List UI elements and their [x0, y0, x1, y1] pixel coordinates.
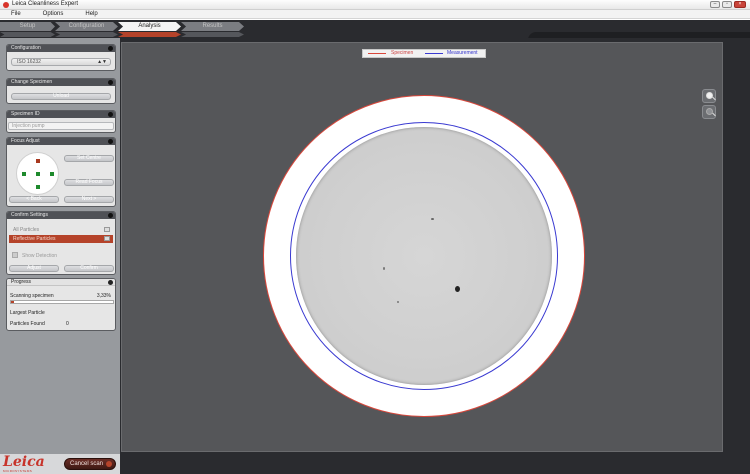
specimen-viewer[interactable]: Specimen Measurement [121, 42, 723, 452]
zoom-in-icon-handle [712, 96, 716, 101]
leica-logo: Leica MICROSYSTEMS [3, 455, 45, 473]
window-title: Leica Cleanliness Expert [12, 1, 79, 7]
stop-icon [106, 461, 112, 467]
focus-point-current[interactable] [36, 159, 40, 163]
specimen-id-panel: Specimen ID Injection pump [6, 110, 116, 133]
confirm-settings-panel: Confirm Settings All Particles Reflectiv… [6, 211, 116, 275]
close-icon[interactable] [108, 139, 113, 144]
progress-header: Progress [7, 279, 115, 286]
change-specimen-title: Change Specimen [11, 79, 53, 85]
configuration-header: Configuration [7, 45, 115, 52]
focus-point[interactable] [22, 172, 26, 176]
close-icon[interactable] [108, 112, 113, 117]
wizard-steps: Setup Configuration Analysis Results [0, 20, 750, 42]
scan-progress-bar [10, 300, 114, 304]
step-configuration[interactable]: Configuration [55, 22, 118, 31]
specimen-id-input[interactable]: Injection pump [8, 122, 114, 130]
set-centre-button[interactable]: Set Centre [64, 155, 114, 162]
focus-adjust-title: Focus Adjust [11, 138, 40, 144]
configuration-panel: Configuration ISO 16232 ▲▼ [6, 44, 116, 71]
confirm-settings-header: Confirm Settings [7, 212, 115, 219]
maximize-button[interactable]: ▫ [722, 1, 732, 8]
legend-specimen-label: Specimen [391, 50, 414, 56]
focus-adjust-header: Focus Adjust [7, 138, 115, 145]
close-icon[interactable] [108, 280, 113, 285]
cancel-scan-button[interactable]: Cancel scan [64, 458, 116, 470]
spinner-arrows-icon: ▲▼ [97, 59, 107, 65]
change-specimen-header: Change Specimen [7, 79, 115, 86]
step-indicator-setup [0, 32, 55, 37]
read-focus-button[interactable]: Read Focus [64, 179, 114, 186]
scan-progress-fill [11, 301, 15, 303]
focus-map[interactable] [16, 152, 59, 195]
configuration-title: Configuration [11, 45, 41, 51]
step-analysis[interactable]: Analysis [118, 22, 181, 31]
step-indicator [0, 32, 244, 37]
progress-title: Progress [11, 279, 32, 285]
particle [397, 301, 399, 303]
focus-point[interactable] [36, 185, 40, 189]
legend-specimen-line [368, 53, 386, 54]
close-icon[interactable] [108, 80, 113, 85]
confirm-button[interactable]: Confirm [64, 265, 114, 272]
scanning-label: Scanning specimen [10, 293, 54, 299]
step-results[interactable]: Results [181, 22, 244, 31]
window-controls: – ▫ × [710, 1, 746, 8]
particle-filter-label: All Particles [13, 227, 40, 233]
title-bar: Leica Cleanliness Expert – ▫ × [0, 0, 750, 10]
brand-name: Leica [3, 454, 45, 470]
menu-options[interactable]: Options [43, 10, 64, 18]
particles-found-label: Particles Found [10, 321, 45, 327]
particle [383, 267, 385, 270]
legend-measurement-line [425, 53, 443, 54]
focus-adjust-panel: Focus Adjust Set Centre Read Focus < Bac… [6, 137, 116, 207]
particle [455, 286, 460, 292]
checkbox[interactable] [104, 236, 110, 241]
step-indicator-results [181, 32, 244, 37]
adjust-button[interactable]: Adjust [9, 265, 59, 272]
change-specimen-panel: Change Specimen Unload [6, 78, 116, 104]
zoom-out-button[interactable] [702, 105, 716, 119]
unload-button[interactable]: Unload [11, 93, 111, 100]
zoom-controls [702, 89, 718, 121]
legend-measurement-label: Measurement [447, 50, 478, 56]
menu-help[interactable]: Help [85, 10, 97, 18]
menu-file[interactable]: File [11, 10, 21, 18]
step-indicator-analysis [118, 32, 181, 37]
focus-point[interactable] [50, 172, 54, 176]
show-detection-checkbox[interactable] [12, 252, 18, 258]
particle-filter-label: Reflective Particles [13, 236, 56, 242]
app-logo-icon [3, 2, 9, 8]
scanning-percent: 3,33% [96, 293, 111, 299]
zoom-in-button[interactable] [702, 89, 716, 103]
largest-particle-label: Largest Particle [10, 310, 45, 316]
cancel-scan-label: Cancel scan [70, 461, 104, 467]
particle-filter-reflective[interactable]: Reflective Particles [9, 235, 113, 243]
back-button[interactable]: < Back [9, 196, 59, 203]
specimen-id-header: Specimen ID [7, 111, 115, 118]
menu-bar: File Options Help [0, 10, 750, 19]
checkbox[interactable] [104, 227, 110, 232]
particle [431, 218, 434, 220]
close-window-button[interactable]: × [734, 1, 746, 8]
step-setup[interactable]: Setup [0, 22, 55, 31]
particles-found-value: 0 [66, 321, 69, 327]
standard-select-value: ISO 16232 [17, 59, 41, 65]
progress-panel: Progress Scanning specimen 3,33% Largest… [6, 278, 116, 331]
legend: Specimen Measurement [362, 49, 486, 58]
filter-membrane-image [296, 127, 552, 385]
close-icon[interactable] [108, 213, 113, 218]
close-icon[interactable] [108, 46, 113, 51]
focus-point[interactable] [36, 172, 40, 176]
left-sidebar: Configuration ISO 16232 ▲▼ Change Specim… [0, 38, 120, 454]
zoom-out-icon-handle [712, 112, 716, 117]
step-indicator-configuration [55, 32, 118, 37]
specimen-id-title: Specimen ID [11, 111, 40, 117]
standard-select[interactable]: ISO 16232 ▲▼ [11, 58, 111, 66]
confirm-settings-title: Confirm Settings [11, 212, 48, 218]
next-button[interactable]: Next > [64, 196, 114, 203]
minimize-button[interactable]: – [710, 1, 720, 8]
show-detection-label: Show Detection [22, 253, 58, 259]
particle-filter-all[interactable]: All Particles [9, 226, 113, 234]
